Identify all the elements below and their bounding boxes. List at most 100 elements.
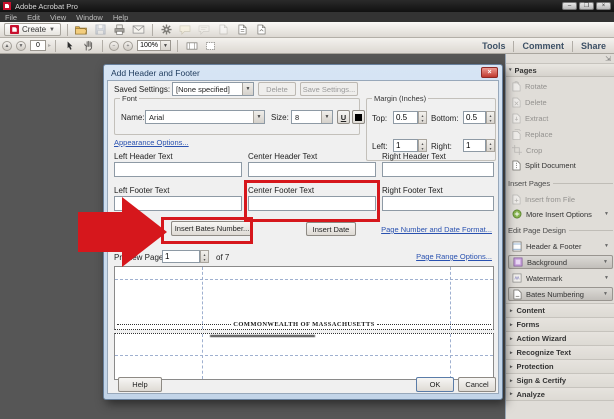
zoom-level-control[interactable]: ▼ <box>137 40 172 51</box>
zoom-in-icon[interactable]: + <box>123 40 134 51</box>
panel-options-icon[interactable]: ⇲ <box>605 55 611 63</box>
section-analyze[interactable]: ▸ Analyze <box>506 387 614 401</box>
new-document-icon[interactable] <box>235 24 250 36</box>
margin-top-stepper[interactable]: ▴ ▾ <box>418 111 427 124</box>
email-icon[interactable] <box>131 24 146 36</box>
hand-tool-icon[interactable] <box>81 40 96 52</box>
scrolling-mode-icon[interactable] <box>184 40 199 52</box>
group-insert-pages-label: Insert Pages <box>508 179 551 188</box>
chevron-down-icon[interactable]: ▼ <box>253 111 264 123</box>
zoom-out-icon[interactable]: − <box>109 40 120 51</box>
section-recognize-text[interactable]: ▸ Recognize Text <box>506 345 614 359</box>
export-document-icon[interactable] <box>254 24 269 36</box>
separator <box>66 23 68 36</box>
chevron-down-icon[interactable]: ▼ <box>603 291 608 297</box>
close-button[interactable]: × <box>596 2 611 10</box>
section-recognize-text-label: Recognize Text <box>516 348 571 357</box>
create-pdf-icon <box>10 25 19 34</box>
chevron-down-icon[interactable]: ▼ <box>604 243 609 249</box>
ok-button[interactable]: OK <box>416 377 454 392</box>
triangle-collapsed-icon: ▸ <box>510 321 513 328</box>
watermark-icon <box>512 273 522 283</box>
margin-bottom-stepper[interactable]: ▴ ▾ <box>486 111 495 124</box>
right-footer-input[interactable] <box>382 196 494 211</box>
section-sign-certify-label: Sign & Certify <box>516 376 567 385</box>
tool-split-document[interactable]: Split Document <box>508 158 613 172</box>
tab-tools[interactable]: Tools <box>474 41 513 51</box>
left-header-input[interactable] <box>114 162 242 177</box>
zoom-dropdown-icon[interactable]: ▼ <box>160 41 171 50</box>
gear-icon[interactable] <box>159 24 174 36</box>
margin-right-stepper[interactable]: ▴ ▾ <box>486 139 495 152</box>
cancel-button[interactable]: Cancel <box>458 377 496 392</box>
section-action-wizard[interactable]: ▸ Action Wizard <box>506 331 614 345</box>
chevron-down-icon[interactable]: ▼ <box>604 275 609 281</box>
open-file-icon[interactable] <box>74 24 89 36</box>
fit-page-icon[interactable] <box>203 40 218 52</box>
chevron-down-icon[interactable]: ▼ <box>321 111 332 123</box>
page-number-date-format-link[interactable]: Page Number and Date Format... <box>381 225 492 234</box>
saved-settings-select[interactable]: [None specified] ▼ <box>172 82 254 96</box>
tool-background[interactable]: Background ▼ <box>508 255 613 269</box>
menu-view[interactable]: View <box>50 13 66 22</box>
tool-replace: Replace <box>508 127 613 141</box>
menu-window[interactable]: Window <box>76 13 103 22</box>
separator <box>151 23 153 36</box>
restore-button[interactable]: ❒ <box>579 2 594 10</box>
font-group: Font Name: Arial ▼ Size: 8 ▼ U <box>114 94 365 135</box>
right-header-input[interactable] <box>382 162 494 177</box>
tool-more-insert-options[interactable]: More Insert Options ▼ <box>508 207 613 221</box>
margin-top-input[interactable] <box>393 111 418 124</box>
print-icon[interactable] <box>112 24 127 36</box>
margin-group-label: Margin (Inches) <box>372 94 429 103</box>
triangle-collapsed-icon: ▸ <box>510 349 513 356</box>
section-content[interactable]: ▸ Content <box>506 303 614 317</box>
tab-comment[interactable]: Comment <box>514 41 572 51</box>
preview-page-stepper[interactable]: ▴ ▾ <box>200 250 209 263</box>
chevron-down-icon[interactable]: ▼ <box>603 259 608 265</box>
zoom-level-input[interactable] <box>138 42 161 49</box>
chevron-down-icon[interactable]: ▼ <box>604 211 609 217</box>
menu-edit[interactable]: Edit <box>27 13 40 22</box>
font-color-button[interactable] <box>352 110 365 124</box>
page-range-options-link[interactable]: Page Range Options... <box>416 252 492 261</box>
section-protection[interactable]: ▸ Protection <box>506 359 614 373</box>
section-forms[interactable]: ▸ Forms <box>506 317 614 331</box>
more-insert-options-icon <box>512 209 522 219</box>
chevron-down-icon[interactable]: ▼ <box>242 83 253 95</box>
tool-more-insert-options-label: More Insert Options <box>526 209 592 219</box>
appearance-options-link[interactable]: Appearance Options... <box>114 138 189 147</box>
page-number-input[interactable] <box>30 40 46 51</box>
create-button[interactable]: Create ▼ <box>4 23 61 36</box>
minimize-button[interactable]: – <box>562 2 577 10</box>
page-break-edge: COMMONWEALTH OF MASSACHUSETTS <box>117 320 491 328</box>
menu-help[interactable]: Help <box>113 13 128 22</box>
margin-left-stepper[interactable]: ▴ ▾ <box>418 139 427 152</box>
section-sign-certify[interactable]: ▸ Sign & Certify <box>506 373 614 387</box>
font-size-select[interactable]: 8 ▼ <box>291 110 333 124</box>
dialog-titlebar[interactable]: Add Header and Footer × <box>107 65 499 80</box>
tool-header-footer[interactable]: Header & Footer ▼ <box>508 239 613 253</box>
help-button[interactable]: Help <box>118 377 162 392</box>
next-page-icon[interactable]: ▼ <box>16 40 26 51</box>
comment-bubble-icon <box>178 24 193 36</box>
underline-button[interactable]: U <box>337 110 350 124</box>
dialog-close-button[interactable]: × <box>481 67 498 78</box>
font-name-select[interactable]: Arial ▼ <box>145 110 265 124</box>
insert-date-button[interactable]: Insert Date <box>306 222 356 236</box>
tool-bates-numbering[interactable]: Bates Numbering ▼ <box>508 287 613 301</box>
margin-bottom-input[interactable] <box>463 111 486 124</box>
menu-file[interactable]: File <box>5 13 17 22</box>
tool-extract-label: Extract <box>525 113 549 123</box>
separator <box>102 39 104 52</box>
center-header-input[interactable] <box>248 162 376 177</box>
margin-right-input[interactable] <box>463 139 486 152</box>
previous-page-icon[interactable]: ▲ <box>2 40 12 51</box>
select-tool-icon[interactable] <box>62 40 77 52</box>
triangle-expanded-icon: ▾ <box>509 67 512 73</box>
margin-left-input[interactable] <box>393 139 418 152</box>
chevron-down-icon: ▼ <box>49 26 55 33</box>
tool-watermark[interactable]: Watermark ▼ <box>508 271 613 285</box>
tab-share[interactable]: Share <box>573 41 614 51</box>
section-pages[interactable]: ▾ Pages <box>506 64 614 77</box>
